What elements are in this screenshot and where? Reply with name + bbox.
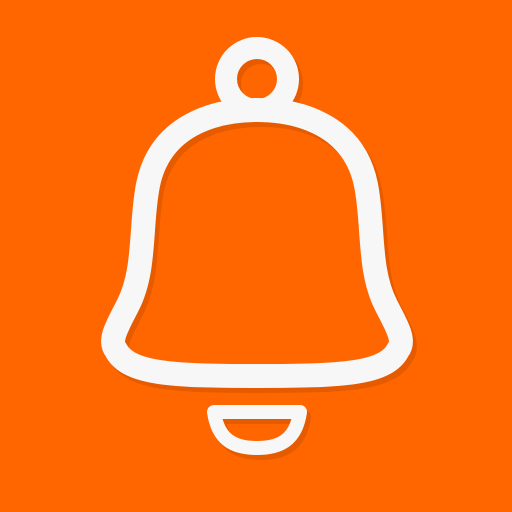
app-icon-background xyxy=(0,0,512,512)
bell-icon-graphic xyxy=(0,0,512,512)
app-icon[interactable] xyxy=(0,0,512,512)
